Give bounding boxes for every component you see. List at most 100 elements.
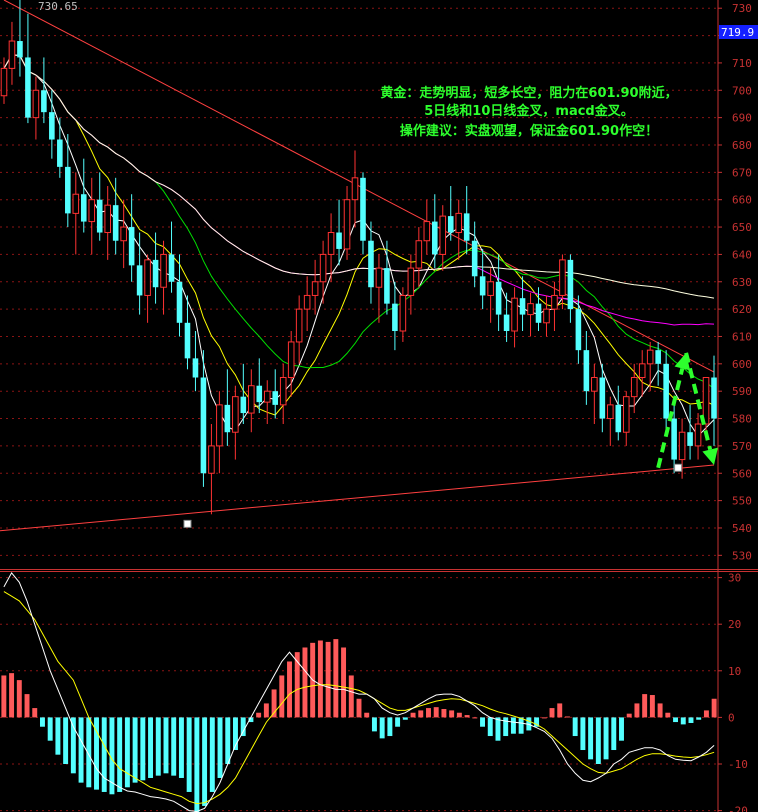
price-tick-label: 680 bbox=[732, 139, 752, 152]
candle-body bbox=[671, 418, 677, 460]
macd-bar bbox=[441, 709, 447, 718]
macd-bar bbox=[711, 698, 717, 718]
macd-bar bbox=[171, 717, 177, 776]
macd-bar bbox=[696, 717, 702, 720]
candle-body bbox=[599, 377, 606, 419]
macd-bar bbox=[163, 717, 169, 774]
candle-body bbox=[711, 377, 717, 419]
macd-bar bbox=[302, 647, 308, 718]
macd-bar bbox=[449, 710, 455, 718]
candle-body bbox=[232, 396, 239, 433]
macd-bar bbox=[611, 717, 617, 751]
macd-bar bbox=[680, 717, 686, 725]
candle-body bbox=[287, 341, 295, 379]
candle-body bbox=[32, 89, 40, 119]
candle-body bbox=[0, 67, 8, 97]
candle-body bbox=[511, 297, 518, 332]
candle-body bbox=[495, 281, 502, 315]
candle-body bbox=[384, 268, 390, 304]
candle-body bbox=[184, 322, 191, 359]
candle-body bbox=[591, 377, 598, 392]
macd-bar bbox=[665, 712, 671, 718]
macd-bar bbox=[39, 717, 45, 727]
candle-body bbox=[567, 259, 574, 310]
macd-bar bbox=[371, 717, 377, 732]
candle-body bbox=[694, 423, 702, 447]
price-tick-label: 650 bbox=[732, 221, 752, 234]
candle-body bbox=[439, 215, 447, 255]
candle-body bbox=[663, 363, 669, 419]
candle-body bbox=[407, 267, 415, 296]
annotation-line-1: 黄金：走势明显，短多长空，阻力在601.90附近， bbox=[380, 85, 677, 101]
macd-bar bbox=[657, 703, 663, 718]
price-tick-label: 560 bbox=[732, 467, 752, 480]
macd-bar bbox=[101, 717, 107, 792]
macd-bar bbox=[518, 717, 524, 734]
candle-body bbox=[351, 177, 359, 201]
macd-bar bbox=[688, 717, 694, 723]
candle-body bbox=[72, 193, 80, 214]
candle-body bbox=[646, 349, 654, 365]
candle-body bbox=[272, 391, 279, 405]
candle-body bbox=[638, 363, 646, 379]
candle-body bbox=[303, 294, 311, 310]
candle-body bbox=[527, 303, 534, 316]
macd-bar bbox=[317, 640, 323, 718]
macd-bar bbox=[379, 717, 385, 739]
candle-body bbox=[128, 227, 135, 266]
candle-body bbox=[360, 177, 366, 241]
macd-bar bbox=[325, 641, 331, 718]
price-tick-label: 540 bbox=[732, 522, 752, 535]
macd-bar bbox=[634, 703, 640, 718]
macd-bar bbox=[63, 717, 69, 764]
candle-body bbox=[471, 240, 478, 277]
macd-bar bbox=[549, 708, 555, 718]
candle-body bbox=[687, 432, 693, 446]
macd-bar bbox=[348, 675, 354, 718]
macd-bar bbox=[364, 712, 370, 718]
macd-bar bbox=[595, 717, 601, 764]
macd-bar bbox=[263, 703, 269, 718]
macd-tick-label: -10 bbox=[728, 758, 748, 771]
macd-bar bbox=[572, 717, 578, 737]
macd-bar bbox=[194, 717, 200, 812]
macd-bar bbox=[395, 717, 401, 727]
macd-tick-label: 10 bbox=[728, 665, 741, 678]
candle-body bbox=[319, 253, 327, 283]
macd-tick-label: -20 bbox=[728, 805, 748, 812]
candle-body bbox=[415, 240, 423, 269]
candle-body bbox=[8, 40, 16, 69]
macd-bar bbox=[433, 707, 439, 718]
price-tick-label: 660 bbox=[732, 194, 752, 207]
candle-body bbox=[41, 90, 47, 113]
candle-body bbox=[575, 309, 582, 351]
candle-body bbox=[311, 281, 319, 296]
candle-body bbox=[503, 314, 510, 332]
price-tick-label: 640 bbox=[732, 248, 752, 261]
price-tick-label: 700 bbox=[732, 84, 752, 97]
price-tick-label: 670 bbox=[732, 166, 752, 179]
candle-body bbox=[104, 204, 111, 234]
annotation-line-3: 操作建议：实盘观望，保证金601.90作空！ bbox=[400, 123, 658, 139]
macd-bar bbox=[186, 717, 192, 792]
macd-bar bbox=[24, 694, 30, 718]
macd-bar bbox=[16, 680, 22, 718]
macd-bar bbox=[78, 717, 84, 783]
price-tick-label: 600 bbox=[732, 358, 752, 371]
candle-body bbox=[96, 199, 103, 233]
candle-body bbox=[120, 226, 127, 242]
candle-body bbox=[487, 281, 494, 296]
macd-bar bbox=[32, 708, 38, 718]
candle-body bbox=[336, 232, 342, 249]
macd-bar bbox=[456, 712, 462, 718]
candle-body bbox=[368, 240, 374, 288]
macd-tick-label: 20 bbox=[728, 618, 741, 631]
macd-bar bbox=[47, 717, 53, 741]
candle-body bbox=[551, 294, 558, 310]
low-marker bbox=[183, 519, 192, 528]
macd-bar bbox=[209, 717, 215, 792]
candle-body bbox=[279, 377, 287, 406]
candle-body bbox=[65, 166, 71, 214]
candle-body bbox=[176, 281, 183, 323]
macd-bar bbox=[333, 639, 339, 718]
